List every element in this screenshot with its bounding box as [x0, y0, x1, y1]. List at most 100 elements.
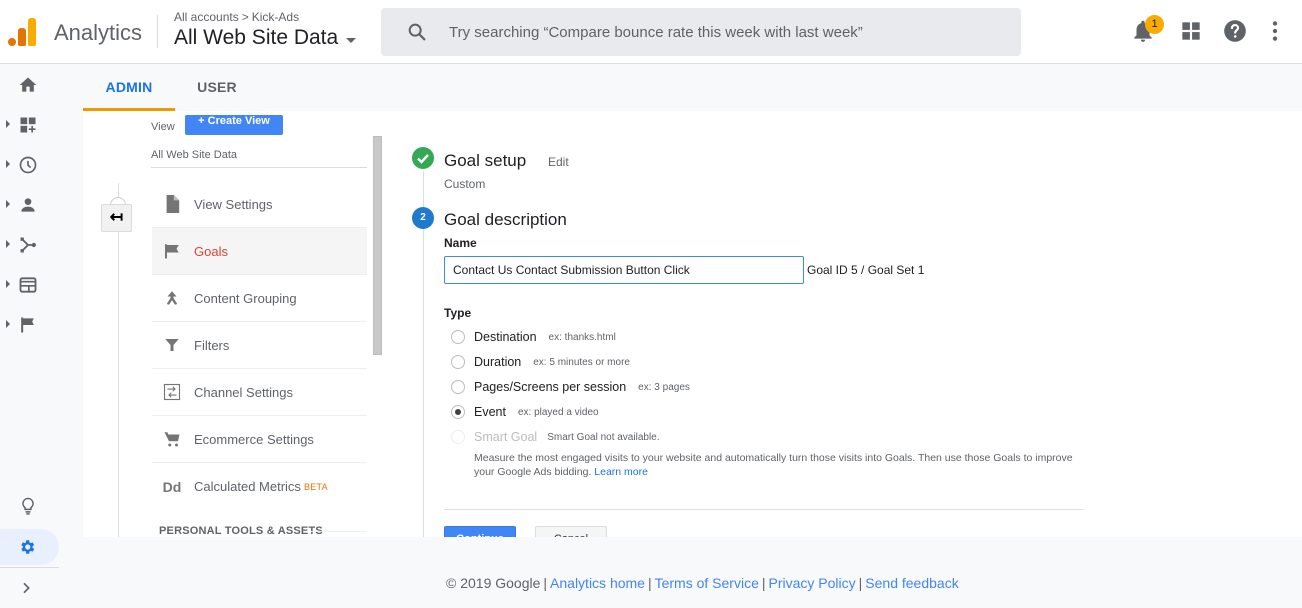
- admin-view-menu: View Settings Goals Content Grouping Fil…: [152, 181, 367, 510]
- step-complete-check-icon: [412, 147, 434, 169]
- type-option-example: ex: 5 minutes or more: [533, 356, 630, 368]
- goal-setup-title: Goal setup: [444, 151, 527, 170]
- type-option-event[interactable]: Event ex: played a video: [451, 405, 599, 419]
- behavior-icon: [19, 277, 37, 293]
- create-view-button[interactable]: + Create View: [185, 115, 283, 135]
- nav-behavior[interactable]: [0, 264, 60, 304]
- back-arrow-icon: ↤: [109, 209, 124, 226]
- more-vert-icon[interactable]: [1262, 18, 1288, 44]
- dd-icon: Dd: [162, 478, 182, 495]
- view-name-selector[interactable]: All Web Site Data: [151, 149, 367, 168]
- scrollbar-thumb[interactable]: [373, 136, 382, 355]
- content-panel: View + Create View All Web Site Data ↤ V…: [83, 111, 1302, 537]
- type-option-label: Duration: [474, 355, 522, 369]
- radio-button[interactable]: [451, 380, 465, 394]
- gear-icon: [21, 540, 35, 554]
- admin-item-goals[interactable]: Goals: [152, 228, 367, 275]
- chevron-right-icon[interactable]: [18, 580, 34, 596]
- search-input[interactable]: [449, 8, 1009, 56]
- admin-item-calculated-metrics[interactable]: Dd Calculated Metrics BETA: [152, 463, 367, 510]
- apps-grid-icon[interactable]: [1178, 18, 1204, 44]
- nav-realtime[interactable]: [0, 144, 60, 184]
- nav-acquisition[interactable]: [0, 224, 60, 264]
- nav-home[interactable]: [0, 64, 60, 104]
- admin-item-label: Goals: [194, 243, 228, 259]
- view-selector-label: All Web Site Data: [174, 26, 339, 49]
- timeline-line: [118, 183, 119, 537]
- expand-arrow-icon: [6, 280, 10, 288]
- expand-arrow-icon: [6, 320, 10, 328]
- smart-goal-description-text: Measure the most engaged visits to your …: [474, 452, 1073, 478]
- header-divider: [157, 15, 158, 48]
- channel-settings-icon: [162, 382, 182, 402]
- nav-customization[interactable]: [0, 104, 60, 144]
- smart-goal-description: Measure the most engaged visits to your …: [474, 451, 1084, 479]
- create-view-label: + Create View: [198, 115, 270, 127]
- dashboard-icon: [20, 117, 36, 133]
- type-option-label: Pages/Screens per session: [474, 380, 627, 394]
- cancel-button[interactable]: Cancel: [535, 526, 607, 537]
- admin-item-ecommerce-settings[interactable]: Ecommerce Settings: [152, 416, 367, 463]
- goal-id-text: Goal ID 5 / Goal Set 1: [807, 263, 925, 277]
- goal-setup-edit-link[interactable]: Edit: [548, 155, 569, 169]
- admin-item-label: Ecommerce Settings: [194, 431, 314, 447]
- breadcrumb[interactable]: All accounts > Kick-Ads: [174, 10, 299, 24]
- lightbulb-icon[interactable]: [18, 496, 38, 516]
- notification-badge: 1: [1145, 15, 1164, 34]
- tab-user[interactable]: USER: [186, 64, 248, 111]
- footer: © 2019 Google | Analytics home | Terms of Se…: [83, 537, 1302, 608]
- home-icon: [19, 77, 37, 92]
- section-heading: PERSONAL TOOLS & ASSETS: [159, 525, 323, 537]
- footer-link-analytics-home[interactable]: Analytics home: [550, 575, 645, 591]
- breadcrumb-account[interactable]: Kick-Ads: [252, 10, 299, 24]
- view-selector[interactable]: All Web Site Data: [174, 26, 357, 50]
- footer-link-privacy[interactable]: Privacy Policy: [769, 575, 856, 591]
- filter-icon: [162, 335, 182, 355]
- admin-item-label: Channel Settings: [194, 384, 294, 400]
- flag-icon: [162, 241, 182, 261]
- analytics-logo-icon[interactable]: [8, 16, 36, 46]
- caret-down-icon: [346, 37, 357, 43]
- goal-name-input[interactable]: [444, 256, 804, 284]
- continue-button[interactable]: Continue: [444, 526, 516, 537]
- footer-link-terms[interactable]: Terms of Service: [655, 575, 759, 591]
- clock-icon: [19, 156, 37, 174]
- admin-item-view-settings[interactable]: View Settings: [152, 181, 367, 228]
- nav-audience[interactable]: [0, 184, 60, 224]
- type-option-label: Event: [474, 405, 506, 419]
- admin-item-label: Calculated Metrics: [194, 479, 301, 494]
- admin-item-filters[interactable]: Filters: [152, 322, 367, 369]
- nav-admin-settings[interactable]: [0, 529, 59, 565]
- flag-icon: [21, 317, 34, 333]
- radio-button[interactable]: [451, 355, 465, 369]
- type-option-destination[interactable]: Destination ex: thanks.html: [451, 330, 616, 344]
- radio-button[interactable]: [451, 330, 465, 344]
- learn-more-link[interactable]: Learn more: [594, 466, 648, 478]
- beta-badge: BETA: [303, 481, 328, 492]
- expand-arrow-icon: [6, 120, 10, 128]
- copyright: © 2019 Google: [446, 575, 541, 591]
- breadcrumb-all-accounts[interactable]: All accounts: [174, 10, 239, 24]
- document-icon: [162, 194, 182, 214]
- section-divider: [311, 531, 367, 532]
- name-label: Name: [444, 236, 477, 250]
- type-option-pages-per-session[interactable]: Pages/Screens per session ex: 3 pages: [451, 380, 690, 394]
- footer-link-feedback[interactable]: Send feedback: [865, 575, 958, 591]
- type-option-example: ex: played a video: [517, 406, 599, 418]
- admin-item-channel-settings[interactable]: Channel Settings: [152, 369, 367, 416]
- type-option-duration[interactable]: Duration ex: 5 minutes or more: [451, 355, 630, 369]
- back-arrow-button[interactable]: ↤: [101, 204, 132, 232]
- type-option-label: Destination: [474, 330, 537, 344]
- type-option-smart-goal: Smart Goal Smart Goal not available.: [451, 430, 660, 444]
- top-header: Analytics All accounts > Kick-Ads All Web …: [0, 0, 1302, 64]
- content-grouping-icon: [162, 288, 182, 308]
- nav-conversions[interactable]: [0, 304, 60, 344]
- goal-setup-value: Custom: [444, 177, 486, 191]
- goal-description-title: Goal description: [444, 210, 567, 229]
- help-icon[interactable]: [1222, 18, 1248, 44]
- radio-button-selected[interactable]: [451, 405, 465, 419]
- search-bar[interactable]: [381, 8, 1021, 56]
- expand-arrow-icon: [6, 200, 10, 208]
- admin-item-content-grouping[interactable]: Content Grouping: [152, 275, 367, 322]
- tab-admin[interactable]: ADMIN: [83, 64, 175, 111]
